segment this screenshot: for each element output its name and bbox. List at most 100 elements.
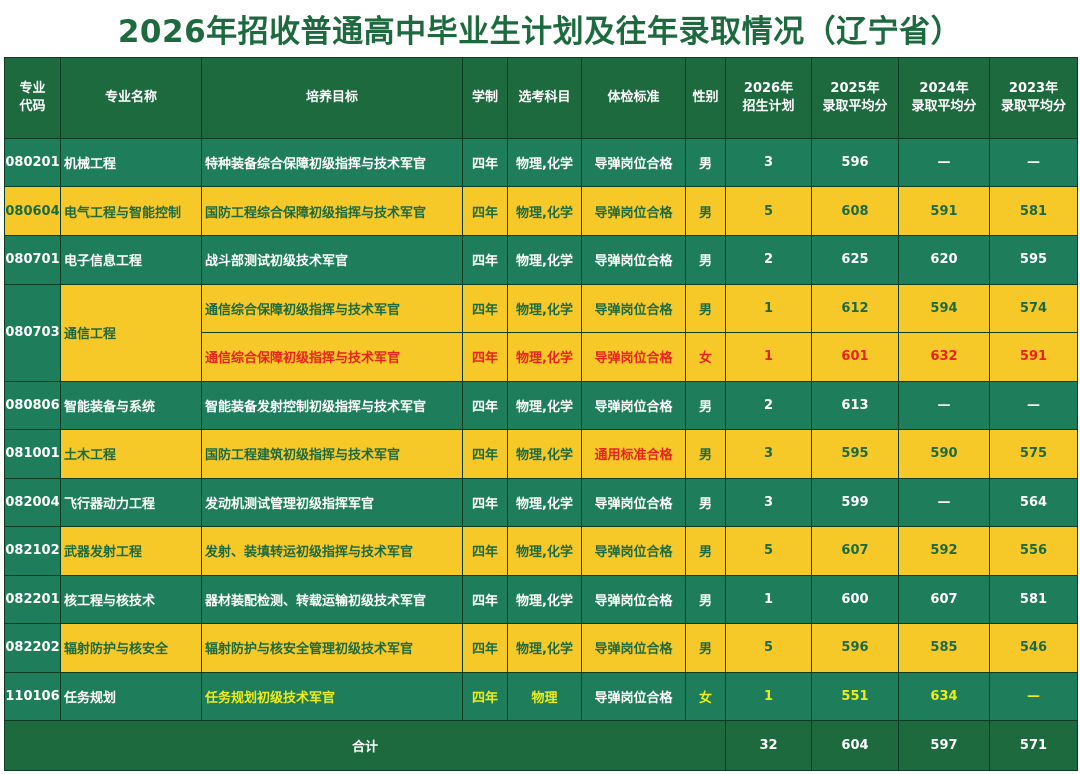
cell-name: 土木工程: [60, 429, 202, 479]
cell-gender: 男: [685, 234, 726, 285]
cell-plan: 2: [725, 380, 812, 431]
cell-subjects: 物理: [507, 671, 582, 722]
total-score-2023: 571: [989, 720, 1078, 771]
cell-name: 任务规划: [60, 671, 202, 722]
cell-goal: 器材装配检测、转载运输初级技术军官: [201, 574, 463, 625]
cell-subjects: 物理,化学: [507, 332, 582, 382]
cell-score-2024: 591: [898, 186, 990, 236]
cell-gender: 男: [685, 477, 726, 528]
cell-years: 四年: [462, 380, 508, 431]
header-physical: 体检标准: [581, 57, 686, 139]
table-row: 082201 核工程与核技术 器材装配检测、转载运输初级技术军官 四年 物理,化…: [4, 574, 1078, 625]
cell-score-2024: 620: [898, 234, 990, 285]
cell-score-2023: 595: [989, 234, 1078, 285]
header-avg-2025: 2025年 录取平均分: [811, 57, 899, 139]
cell-gender: 男: [685, 623, 726, 673]
cell-score-2023: 581: [989, 574, 1078, 625]
cell-physical: 导弹岗位合格: [581, 332, 686, 382]
cell-score-2024: —: [898, 477, 990, 528]
cell-gender: 女: [685, 671, 726, 722]
cell-score-2023: —: [989, 671, 1078, 722]
cell-score-2025: 613: [811, 380, 899, 431]
cell-score-2025: 595: [811, 429, 899, 479]
cell-goal: 国防工程建筑初级指挥与技术军官: [201, 429, 463, 479]
cell-name: 通信工程: [60, 283, 202, 382]
table-row: 081001 土木工程 国防工程建筑初级指挥与技术军官 四年 物理,化学 通用标…: [4, 429, 1078, 479]
cell-score-2024: 594: [898, 283, 990, 334]
header-avg-2023: 2023年 录取平均分: [989, 57, 1078, 139]
header-gender: 性别: [685, 57, 726, 139]
cell-score-2024: 632: [898, 332, 990, 382]
table-row: 080806 智能装备与系统 智能装备发射控制初级指挥与技术军官 四年 物理,化…: [4, 380, 1078, 431]
cell-subjects: 物理,化学: [507, 137, 582, 188]
cell-code: 080703: [4, 283, 61, 382]
cell-goal: 智能装备发射控制初级指挥与技术军官: [201, 380, 463, 431]
cell-plan: 5: [725, 186, 812, 236]
header-plan-2026: 2026年 招生计划: [725, 57, 812, 139]
cell-plan: 5: [725, 623, 812, 673]
cell-plan: 2: [725, 234, 812, 285]
cell-subjects: 物理,化学: [507, 623, 582, 673]
table-row: 080703 通信工程 通信综合保障初级指挥与技术军官 四年 物理,化学 导弹岗…: [4, 283, 1078, 382]
table-row: 110106 任务规划 任务规划初级技术军官 四年 物理 导弹岗位合格 女 1 …: [4, 671, 1078, 722]
cell-physical: 导弹岗位合格: [581, 283, 686, 334]
cell-plan: 1: [725, 574, 812, 625]
cell-code: 082102: [4, 526, 61, 576]
cell-plan: 1: [725, 671, 812, 722]
cell-gender: 男: [685, 574, 726, 625]
cell-code: 080604: [4, 186, 61, 236]
cell-subjects: 物理,化学: [507, 574, 582, 625]
cell-code: 080701: [4, 234, 61, 285]
total-label: 合计: [4, 720, 726, 771]
cell-score-2025: 607: [811, 526, 899, 576]
cell-score-2023: 574: [989, 283, 1078, 334]
cell-code: 081001: [4, 429, 61, 479]
header-avg-2024: 2024年 录取平均分: [898, 57, 990, 139]
cell-goal: 特种装备综合保障初级指挥与技术军官: [201, 137, 463, 188]
cell-gender: 女: [685, 332, 726, 382]
table-row: 082004 飞行器动力工程 发动机测试管理初级指挥军官 四年 物理,化学 导弹…: [4, 477, 1078, 528]
header-subjects: 选考科目: [507, 57, 582, 139]
cell-plan: 3: [725, 429, 812, 479]
cell-score-2023: 546: [989, 623, 1078, 673]
total-row: 合计 32 604 597 571: [4, 720, 1078, 771]
cell-score-2025: 612: [811, 283, 899, 334]
cell-goal: 战斗部测试初级技术军官: [201, 234, 463, 285]
cell-years: 四年: [462, 429, 508, 479]
cell-score-2024: —: [898, 380, 990, 431]
cell-score-2025: 596: [811, 623, 899, 673]
cell-score-2025: 600: [811, 574, 899, 625]
cell-gender: 男: [685, 186, 726, 236]
cell-years: 四年: [462, 186, 508, 236]
header-code: 专业 代码: [4, 57, 61, 139]
cell-subjects: 物理,化学: [507, 186, 582, 236]
total-score-2024: 597: [898, 720, 990, 771]
cell-plan: 1: [725, 283, 812, 334]
cell-name: 智能装备与系统: [60, 380, 202, 431]
cell-gender: 男: [685, 429, 726, 479]
cell-name: 电子信息工程: [60, 234, 202, 285]
cell-subjects: 物理,化学: [507, 526, 582, 576]
cell-subjects: 物理,化学: [507, 283, 582, 334]
table-row: 080604 电气工程与智能控制 国防工程综合保障初级指挥与技术军官 四年 物理…: [4, 186, 1078, 236]
cell-score-2023: 581: [989, 186, 1078, 236]
cell-score-2025: 596: [811, 137, 899, 188]
cell-score-2024: —: [898, 137, 990, 188]
cell-years: 四年: [462, 671, 508, 722]
cell-years: 四年: [462, 234, 508, 285]
page-title: 2026年招收普通高中毕业生计划及往年录取情况（辽宁省）: [117, 14, 963, 50]
cell-gender: 男: [685, 283, 726, 334]
table-row: 082202 辐射防护与核安全 辐射防护与核安全管理初级技术军官 四年 物理,化…: [4, 623, 1078, 673]
table-row: 082102 武器发射工程 发射、装填转运初级指挥与技术军官 四年 物理,化学 …: [4, 526, 1078, 576]
table-row: 080201 机械工程 特种装备综合保障初级指挥与技术军官 四年 物理,化学 导…: [4, 137, 1078, 188]
cell-goal: 通信综合保障初级指挥与技术军官: [201, 332, 463, 382]
cell-gender: 男: [685, 526, 726, 576]
cell-plan: 1: [725, 332, 812, 382]
cell-score-2025: 599: [811, 477, 899, 528]
cell-name: 辐射防护与核安全: [60, 623, 202, 673]
cell-years: 四年: [462, 477, 508, 528]
cell-years: 四年: [462, 332, 508, 382]
cell-plan: 3: [725, 137, 812, 188]
cell-physical: 导弹岗位合格: [581, 671, 686, 722]
cell-subjects: 物理,化学: [507, 234, 582, 285]
